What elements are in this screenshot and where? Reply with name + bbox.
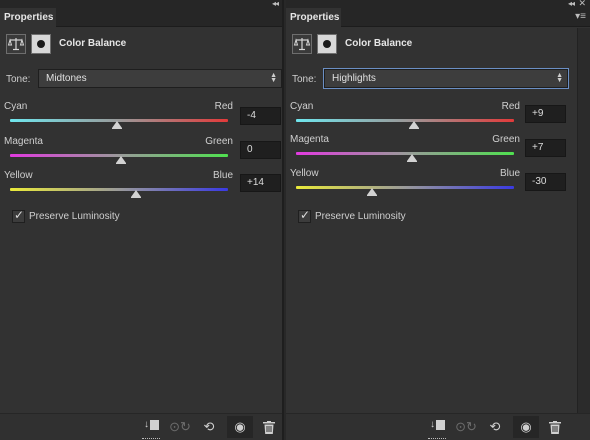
balance-scale-icon[interactable] [292,34,312,54]
reset-icon: ⟲ [203,419,215,434]
view-previous-state-button[interactable]: ⊙↻ [453,416,479,438]
slider-thumb[interactable] [408,121,419,129]
updown-arrows-icon: ▲ ▼ [556,72,563,84]
eye-icon: ◉ [520,419,532,434]
slider-value-input[interactable]: +14 [240,174,281,192]
tone-select[interactable]: Midtones ▲ ▼ [38,69,282,88]
slider-track[interactable] [296,186,514,189]
slider-magenta-green: Magenta Green 0 [4,136,284,166]
tone-select-value: Midtones [46,73,87,84]
slider-magenta-green: Magenta Green +7 [290,134,576,164]
preserve-luminosity-checkbox[interactable]: ✓ [12,208,25,223]
check-icon: ✓ [300,208,311,222]
delete-button[interactable] [542,416,568,438]
slider-cyan-red: Cyan Red +9 [290,101,576,131]
panel-bottom-bar: ⊙↻ ⟲ ◉ [286,413,590,440]
tone-label: Tone: [6,74,31,85]
view-previous-state-icon: ⊙↻ [169,419,191,434]
slider-right-label: Blue [499,168,520,179]
slider-thumb[interactable] [131,190,142,198]
slider-value-input[interactable]: -4 [240,107,281,125]
slider-left-label: Cyan [4,101,28,112]
visibility-button[interactable]: ◉ [227,416,253,438]
slider-left-label: Yellow [4,170,33,181]
adjustment-title: Color Balance [59,38,127,49]
layer-mask-icon[interactable] [31,34,51,54]
layer-mask-icon[interactable] [317,34,337,54]
panel-bottom-bar: ⊙↻ ⟲ ◉ [0,413,282,440]
slider-value-input[interactable]: +7 [525,139,566,157]
slider-value-input[interactable]: -30 [525,173,566,191]
preserve-luminosity-label: Preserve Luminosity [315,211,406,222]
slider-yellow-blue: Yellow Blue -30 [290,168,576,198]
delete-button[interactable] [256,416,282,438]
slider-thumb[interactable] [111,121,122,129]
view-previous-state-icon: ⊙↻ [455,419,477,434]
slider-left-label: Yellow [290,168,319,179]
visibility-button[interactable]: ◉ [513,416,539,438]
slider-right-label: Red [501,101,520,112]
panel-tab-bar: Properties [0,8,282,27]
clip-to-layer-icon [144,414,159,436]
panel-menu-icon[interactable]: ▾≡ [575,11,586,22]
trash-icon [263,421,275,435]
vertical-scrollbar[interactable] [577,28,590,413]
eye-icon: ◉ [234,419,246,434]
slider-track[interactable] [296,119,514,122]
tab-properties[interactable]: Properties [286,8,341,27]
slider-left-label: Magenta [290,134,329,145]
slider-left-label: Cyan [290,101,314,112]
slider-cyan-red: Cyan Red -4 [4,101,284,131]
slider-right-label: Green [492,134,520,145]
balance-scale-icon[interactable] [6,34,26,54]
clip-to-layer-button[interactable] [425,414,451,440]
trash-icon [549,421,561,435]
properties-panel-highlights: ◂◂ ✕ Properties ▾≡ Color Balance Tone: H… [286,0,590,440]
slider-value-input[interactable]: +9 [525,105,566,123]
slider-right-label: Blue [212,170,233,181]
clip-to-layer-icon [430,414,445,436]
reset-button[interactable]: ⟲ [196,416,222,438]
slider-thumb[interactable] [367,188,378,196]
check-icon: ✓ [14,208,25,222]
view-previous-state-button[interactable]: ⊙↻ [167,416,193,438]
properties-panel-midtones: ◂◂ Properties Color Balance Tone: Midton… [0,0,284,440]
preserve-luminosity-checkbox[interactable]: ✓ [298,208,311,223]
reset-button[interactable]: ⟲ [482,416,508,438]
panel-top-strip: ◂◂ ✕ [286,0,590,8]
slider-track[interactable] [296,152,514,155]
double-chevron-left-icon[interactable]: ◂◂ [568,0,575,8]
slider-right-label: Red [214,101,233,112]
slider-track[interactable] [10,188,228,191]
slider-thumb[interactable] [116,156,127,164]
updown-arrows-icon: ▲ ▼ [270,72,277,84]
slider-right-label: Green [205,136,233,147]
clip-to-layer-button[interactable] [139,414,165,440]
close-icon[interactable]: ✕ [578,0,586,8]
tone-select[interactable]: Highlights ▲ ▼ [324,69,568,88]
tone-label: Tone: [292,74,317,85]
slider-yellow-blue: Yellow Blue +14 [4,170,284,200]
slider-value-input[interactable]: 0 [240,141,281,159]
double-chevron-left-icon[interactable]: ◂◂ [272,0,279,8]
reset-icon: ⟲ [489,419,501,434]
panel-top-strip: ◂◂ [0,0,282,8]
slider-thumb[interactable] [406,154,417,162]
tone-select-value: Highlights [332,73,376,84]
adjustment-title: Color Balance [345,38,413,49]
panel-tab-bar: Properties ▾≡ [286,8,590,27]
slider-left-label: Magenta [4,136,43,147]
preserve-luminosity-label: Preserve Luminosity [29,211,120,222]
tab-properties[interactable]: Properties [0,8,56,27]
